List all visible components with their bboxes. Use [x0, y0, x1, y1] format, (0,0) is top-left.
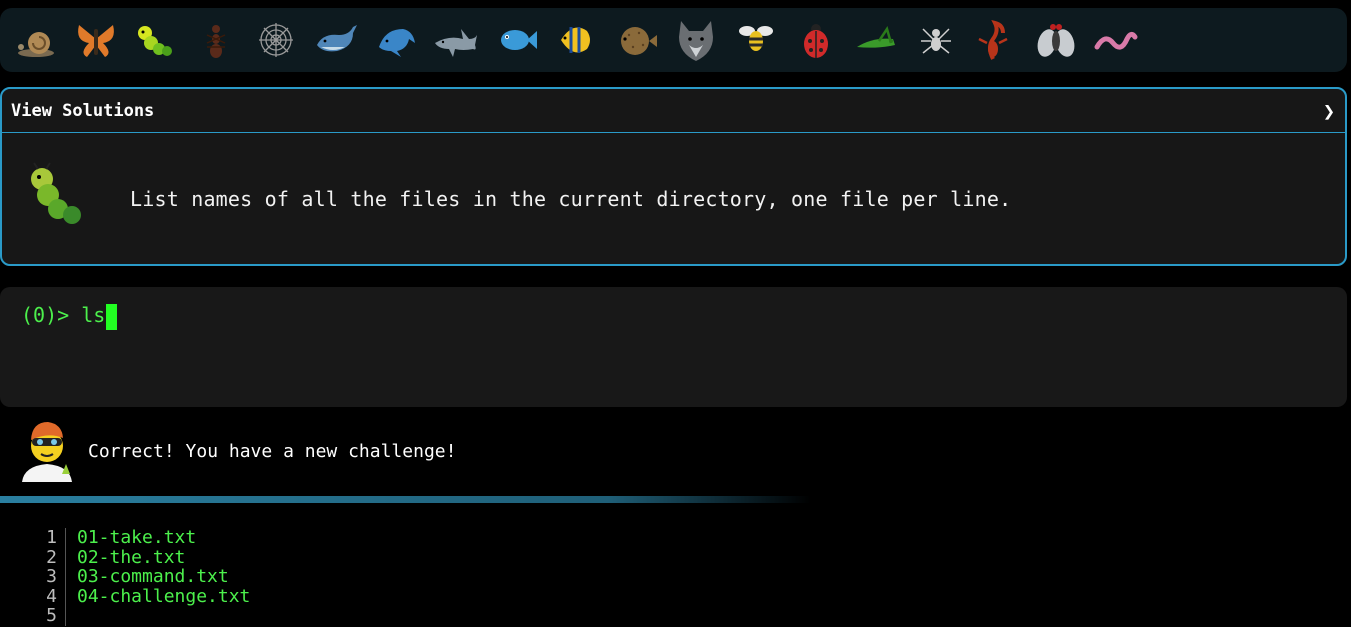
caterpillar-icon[interactable] — [126, 15, 186, 65]
shark-icon[interactable] — [426, 15, 486, 65]
spider-icon[interactable] — [906, 15, 966, 65]
output-line: 1 01-take.txt — [0, 528, 1351, 548]
feedback-text: Correct! You have a new challenge! — [88, 440, 457, 462]
output-text: 01-take.txt — [77, 527, 197, 548]
solution-panel: View Solutions ❯ List names of all the f… — [0, 87, 1347, 266]
ladybug-icon[interactable] — [786, 15, 846, 65]
view-solutions-label: View Solutions — [11, 100, 155, 121]
output-line: 5 — [0, 606, 1351, 626]
line-number: 5 — [0, 606, 66, 626]
command-output: 1 01-take.txt 2 02-the.txt 3 03-command.… — [0, 528, 1351, 627]
whale-icon[interactable] — [306, 15, 366, 65]
fly-icon[interactable] — [1026, 15, 1086, 65]
output-text: 02-the.txt — [77, 546, 186, 568]
worm-icon[interactable] — [1086, 15, 1146, 65]
divider — [0, 496, 1351, 503]
butterfly-icon[interactable] — [66, 15, 126, 65]
terminal-command[interactable]: ls — [81, 303, 105, 327]
challenge-body: List names of all the files in the curre… — [2, 133, 1345, 265]
challenge-description: List names of all the files in the curre… — [130, 187, 1012, 211]
wolf-icon[interactable] — [666, 15, 726, 65]
tropical-fish-icon[interactable] — [546, 15, 606, 65]
caterpillar-icon — [22, 161, 94, 237]
output-line: 4 04-challenge.txt — [0, 585, 1351, 607]
line-number: 3 — [0, 567, 66, 587]
grasshopper-icon[interactable] — [846, 15, 906, 65]
feedback-message: Correct! You have a new challenge! — [0, 418, 1351, 484]
scorpion-icon[interactable] — [966, 15, 1026, 65]
line-number: 4 — [0, 586, 66, 606]
snail-icon[interactable] — [6, 15, 66, 65]
output-line: 2 02-the.txt — [0, 546, 1351, 568]
spider-web-icon[interactable] — [246, 15, 306, 65]
terminal-input-area[interactable]: (0)> ls — [0, 287, 1347, 407]
bee-icon[interactable] — [726, 15, 786, 65]
line-number: 1 — [0, 528, 66, 548]
animal-bar — [0, 8, 1347, 72]
output-text: 04-challenge.txt — [77, 585, 251, 607]
terminal-prompt: (0)> — [21, 303, 82, 327]
fish-icon[interactable] — [486, 15, 546, 65]
ant-icon[interactable] — [186, 15, 246, 65]
text-cursor — [106, 303, 118, 330]
output-line: 3 03-command.txt — [0, 567, 1351, 587]
dolphin-icon[interactable] — [366, 15, 426, 65]
view-solutions-toggle[interactable]: View Solutions ❯ — [2, 89, 1345, 133]
pufferfish-icon[interactable] — [606, 15, 666, 65]
output-text: 03-command.txt — [77, 566, 229, 587]
chevron-right-icon[interactable]: ❯ — [1323, 99, 1335, 123]
scientist-avatar — [18, 418, 76, 484]
line-number: 2 — [0, 547, 66, 567]
